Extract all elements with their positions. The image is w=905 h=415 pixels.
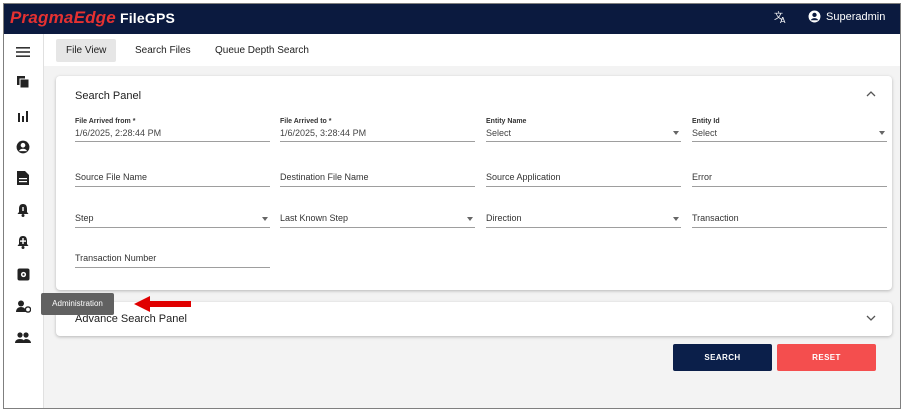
- field-label: Entity Name: [486, 118, 527, 125]
- field-value: 1/6/2025, 2:28:44 PM: [75, 128, 162, 138]
- chevron-up-icon[interactable]: [866, 89, 876, 100]
- notification-bell-icon[interactable]: [13, 200, 33, 220]
- account-circle-icon: [808, 10, 821, 23]
- field-value: Select: [486, 128, 512, 138]
- field-placeholder: Destination File Name: [280, 172, 369, 182]
- file-arrived-from-field[interactable]: File Arrived from * 1/6/2025, 2:28:44 PM: [75, 118, 270, 142]
- tab-queue-depth-search[interactable]: Queue Depth Search: [205, 39, 319, 62]
- svg-text:A: A: [780, 16, 786, 24]
- field-label: File Arrived from *: [75, 118, 136, 125]
- entity-id-select[interactable]: Entity Id Select: [692, 118, 887, 142]
- dropdown-arrow-icon: [262, 217, 268, 221]
- description-icon[interactable]: [13, 168, 33, 188]
- field-value: 1/6/2025, 3:28:44 PM: [280, 128, 367, 138]
- settings-box-icon[interactable]: [13, 264, 33, 284]
- brand-primary: PragmaEdge: [10, 8, 116, 27]
- step-select[interactable]: Step: [75, 213, 270, 228]
- field-value: Select: [692, 128, 718, 138]
- field-placeholder: Transaction Number: [75, 253, 157, 263]
- chevron-down-icon[interactable]: [866, 313, 876, 324]
- field-placeholder: Source File Name: [75, 172, 148, 182]
- dropdown-arrow-icon: [673, 131, 679, 135]
- tab-file-view[interactable]: File View: [56, 39, 117, 62]
- search-button[interactable]: SEARCH: [673, 344, 772, 371]
- user-menu[interactable]: Superadmin: [808, 10, 885, 23]
- last-known-step-select[interactable]: Last Known Step: [280, 213, 475, 228]
- brand-secondary: FileGPS: [119, 10, 176, 26]
- field-placeholder: Source Application: [486, 172, 561, 182]
- tab-search-files[interactable]: Search Files: [125, 39, 201, 62]
- side-navigation: [4, 34, 44, 408]
- field-label: Entity Id: [692, 118, 720, 125]
- source-application-field[interactable]: Source Application: [486, 172, 681, 187]
- error-field[interactable]: Error: [692, 172, 887, 187]
- field-placeholder: Transaction: [692, 213, 739, 223]
- tab-bar: File View Search Files Queue Depth Searc…: [44, 34, 900, 66]
- file-arrived-to-field[interactable]: File Arrived to * 1/6/2025, 3:28:44 PM: [280, 118, 475, 142]
- account-circle-icon[interactable]: [13, 137, 33, 157]
- file-copy-icon[interactable]: [13, 72, 33, 92]
- search-panel-title: Search Panel: [75, 90, 142, 102]
- top-app-bar: PragmaEdge FileGPS 文A Superadmin: [4, 4, 900, 34]
- administration-tooltip: Administration: [41, 293, 114, 315]
- transaction-number-field[interactable]: Transaction Number: [75, 253, 270, 268]
- app-window: PragmaEdge FileGPS 文A Superadmin File Vi…: [3, 3, 901, 409]
- dropdown-arrow-icon: [467, 217, 473, 221]
- field-label: File Arrived to *: [280, 118, 332, 125]
- admin-user-gear-icon[interactable]: [13, 296, 33, 316]
- field-placeholder: Last Known Step: [280, 213, 349, 223]
- field-placeholder: Direction: [486, 213, 522, 223]
- destination-file-name-field[interactable]: Destination File Name: [280, 172, 475, 187]
- dropdown-arrow-icon: [879, 131, 885, 135]
- menu-icon[interactable]: [13, 42, 33, 62]
- transaction-field[interactable]: Transaction: [692, 213, 887, 228]
- dropdown-arrow-icon: [673, 217, 679, 221]
- search-panel: Search Panel File Arrived from * 1/6/202…: [56, 76, 892, 290]
- brand-logo: PragmaEdge FileGPS: [10, 8, 175, 28]
- notification-bell-alert-icon[interactable]: [13, 232, 33, 252]
- user-name: Superadmin: [826, 10, 886, 23]
- group-icon[interactable]: [13, 328, 33, 348]
- field-placeholder: Error: [692, 172, 712, 182]
- source-file-name-field[interactable]: Source File Name: [75, 172, 270, 187]
- reset-button[interactable]: RESET: [777, 344, 876, 371]
- bar-chart-icon[interactable]: [13, 106, 33, 126]
- direction-select[interactable]: Direction: [486, 213, 681, 228]
- annotation-arrow-icon: [134, 296, 192, 317]
- field-placeholder: Step: [75, 213, 94, 223]
- translate-icon[interactable]: 文A: [774, 10, 788, 27]
- entity-name-select[interactable]: Entity Name Select: [486, 118, 681, 142]
